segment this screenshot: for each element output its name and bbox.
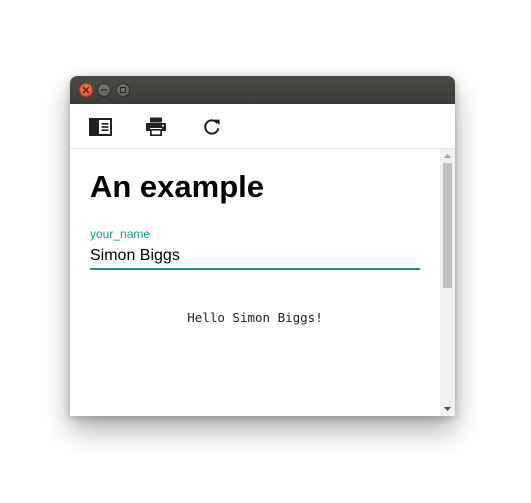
maximize-icon [119,86,127,94]
maximize-window-button[interactable] [116,83,130,97]
sidebar-toggle-button[interactable] [88,115,112,139]
print-button[interactable] [144,115,168,139]
scroll-down-button[interactable] [440,403,455,415]
minimize-icon [100,89,108,91]
greeting-output: Hello Simon Biggs! [187,310,323,325]
vertical-scrollbar[interactable] [440,149,455,416]
name-field-label: your_name [90,227,151,241]
scroll-up-button[interactable] [440,150,455,162]
sidebar-toggle-icon [88,118,112,136]
scrollbar-thumb[interactable] [443,163,452,288]
close-window-button[interactable] [79,83,93,97]
refresh-icon [204,119,220,135]
page-heading: An example [90,169,265,204]
refresh-button[interactable] [200,115,224,139]
toolbar [70,104,455,149]
print-icon [146,117,166,136]
page-content: An example your_name Hello Simon Biggs! [70,149,440,416]
title-bar[interactable] [70,76,455,104]
app-window: An example your_name Hello Simon Biggs! [70,76,455,416]
scroll-down-icon [444,407,451,411]
close-icon [82,86,90,94]
scroll-up-icon [444,154,451,158]
name-input[interactable] [90,244,420,270]
minimize-window-button[interactable] [97,83,111,97]
